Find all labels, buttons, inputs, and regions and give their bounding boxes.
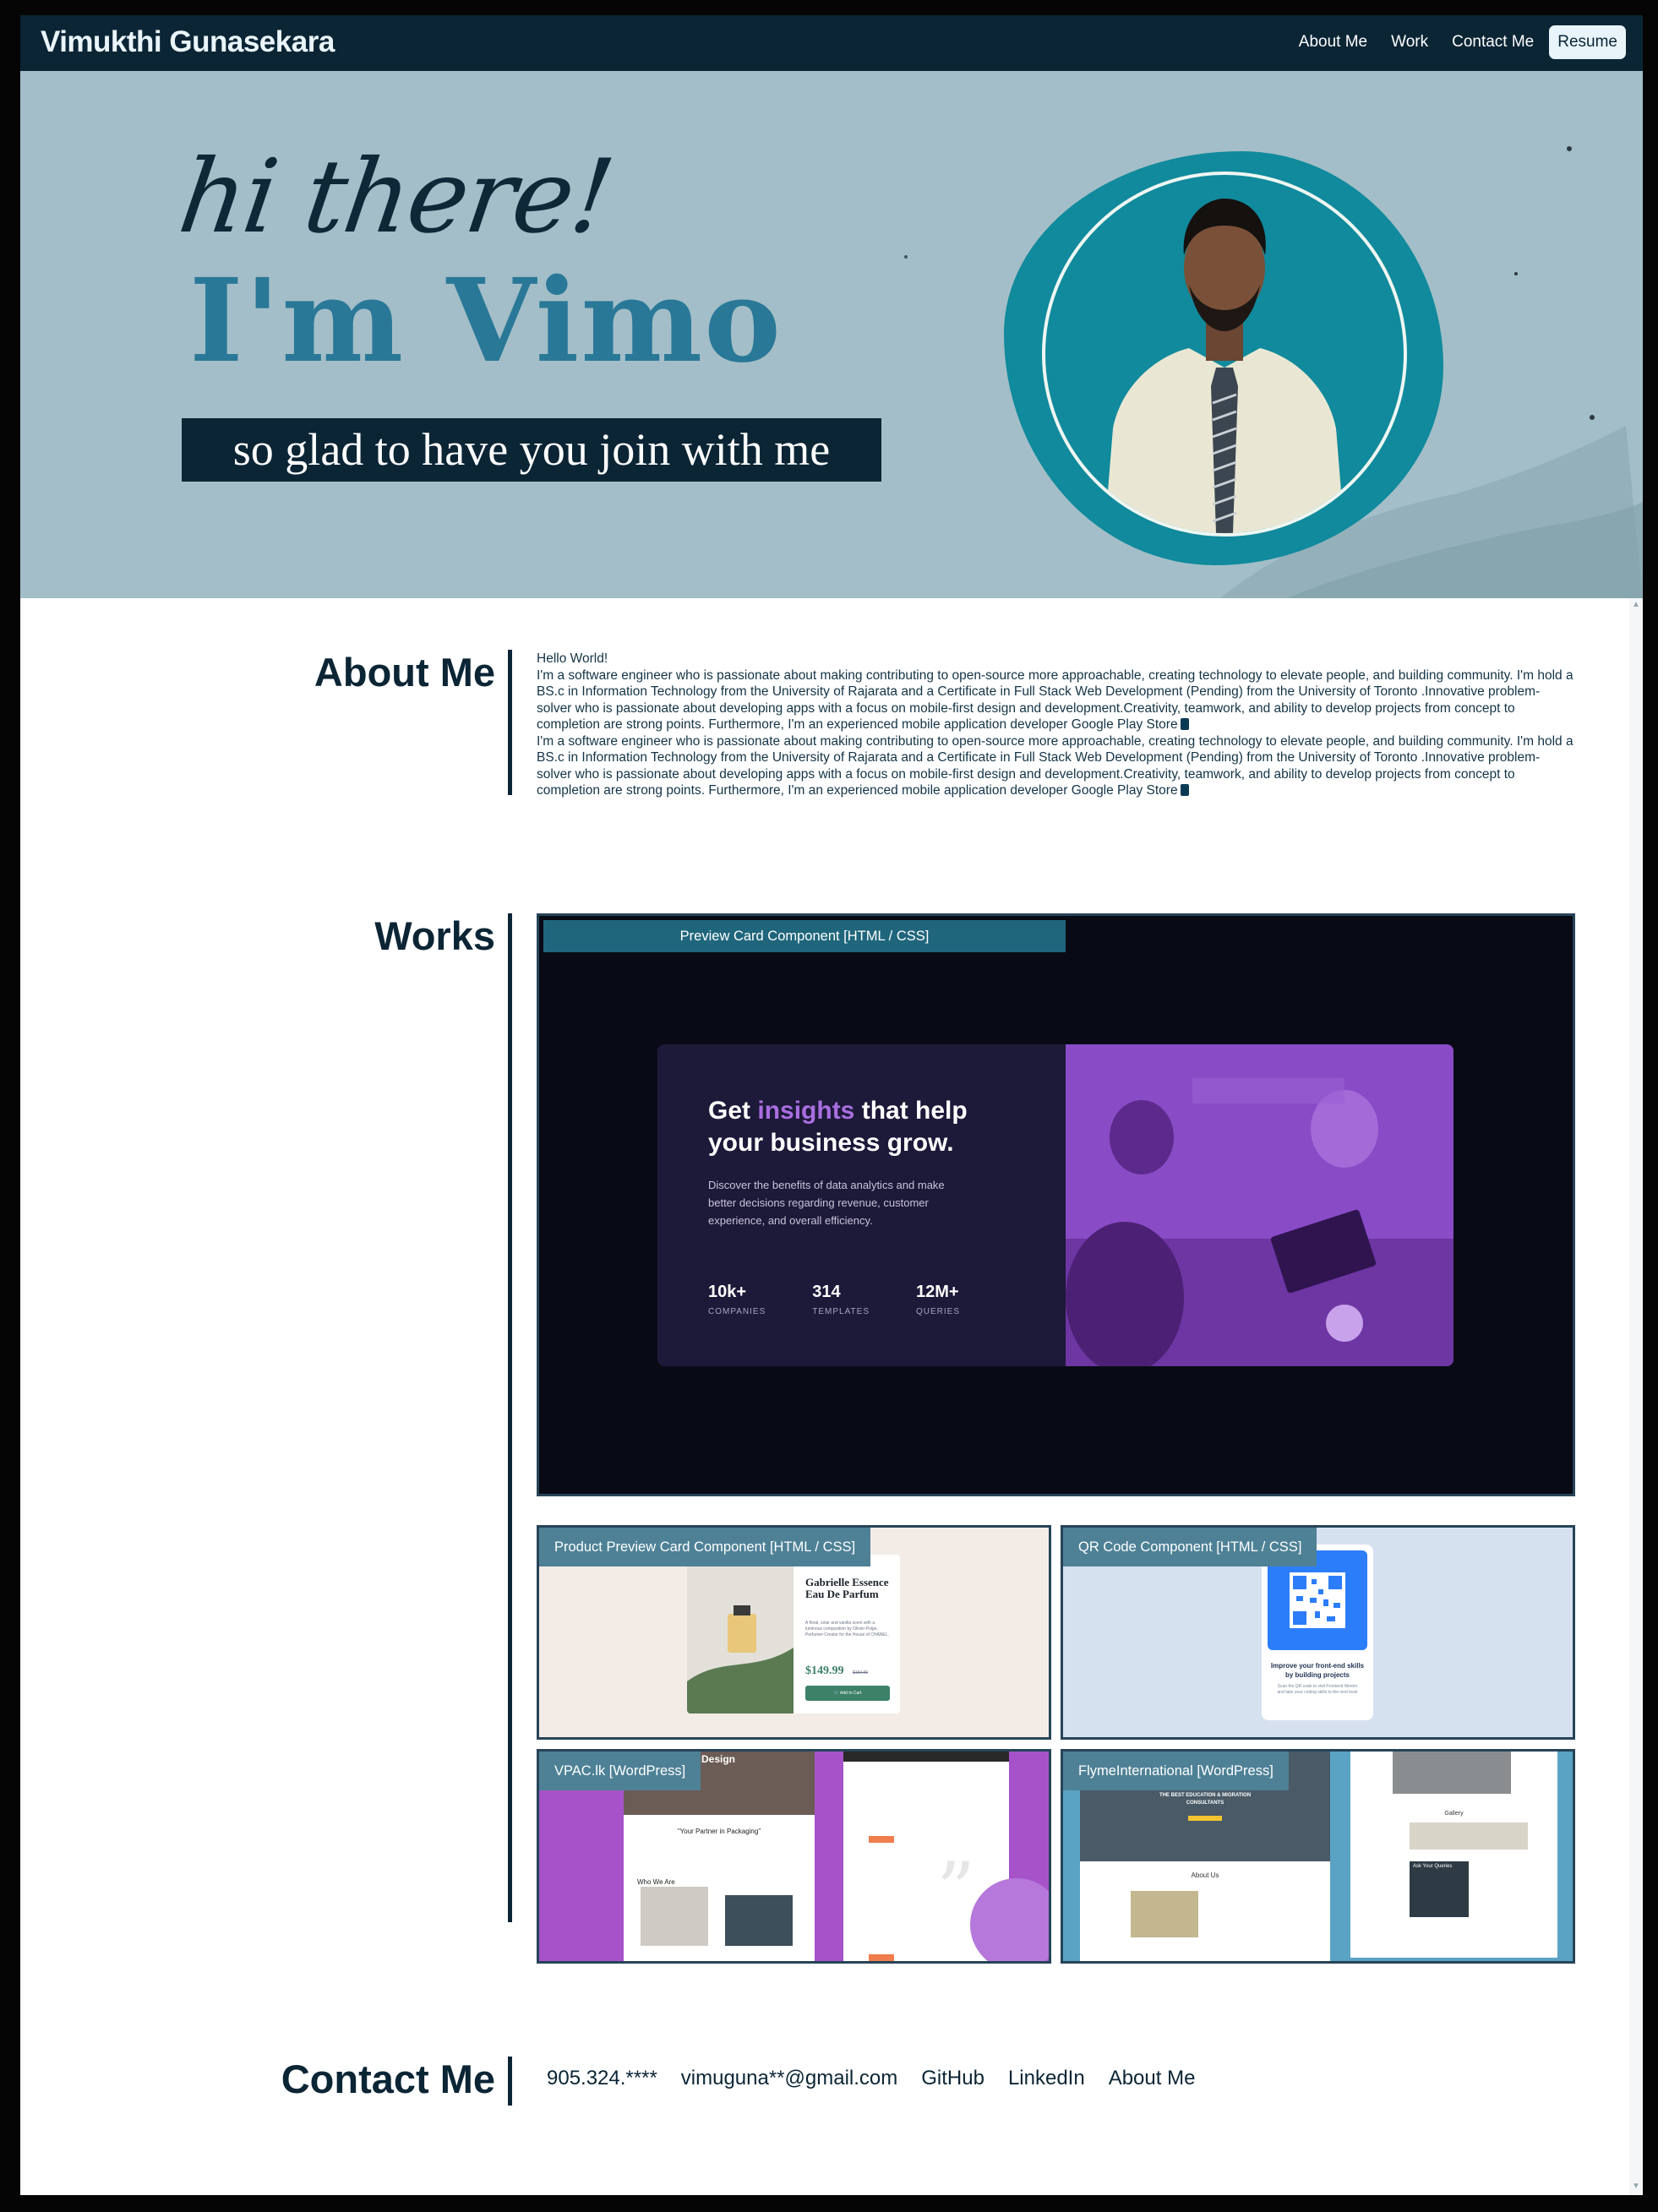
resume-button[interactable]: Resume: [1549, 25, 1626, 59]
hero-banner: hi there! I'm Vimo so glad to have you j…: [20, 71, 1643, 598]
flyme-page-right: Gallery Ask Your Queries: [1350, 1752, 1557, 1958]
work-card-flyme[interactable]: FlymeInternational [WordPress] THE BEST …: [1061, 1749, 1575, 1964]
product-price-old: $169.99: [852, 1670, 869, 1675]
flyme-hero-text: THE BEST EDUCATION & MIGRATION CONSULTAN…: [1159, 1793, 1252, 1806]
about-paragraph-text: I'm a software engineer who is passionat…: [537, 667, 1573, 733]
vpac-photo: [725, 1895, 793, 1946]
about-paragraph: I'm a software engineer who is passionat…: [537, 667, 1574, 733]
flyme-gallery-row: [1410, 1822, 1528, 1850]
add-to-cart-label: Add to Cart: [840, 1691, 862, 1696]
product-price-current: $149.99: [805, 1664, 844, 1677]
work-card-label: VPAC.lk [WordPress]: [539, 1752, 701, 1790]
stat-value: 12M+: [916, 1283, 959, 1301]
about-paragraph-text: I'm a software engineer who is passionat…: [537, 733, 1573, 798]
vpac-quote: "Your Partner in Packaging": [677, 1828, 761, 1835]
stat-item: 12M+ QUERIES: [916, 1283, 960, 1316]
site-brand[interactable]: Vimukthi Gunasekara: [41, 25, 335, 59]
work-card-vpac[interactable]: VPAC.lk [WordPress] Design "Your Partner…: [537, 1749, 1051, 1964]
hero-tagline: so glad to have you join with me: [182, 418, 881, 482]
stat-label: COMPANIES: [708, 1307, 766, 1316]
vpac-section-title: Who We Are: [637, 1878, 675, 1886]
about-title: About Me: [314, 650, 495, 695]
product-image: [687, 1555, 794, 1713]
stat-value: 10k+: [708, 1283, 747, 1301]
flyme-map: [1131, 1891, 1198, 1937]
works-title: Works: [374, 913, 495, 958]
vpac-orange-button: [869, 1954, 894, 1961]
contact-links: 905.324.**** vimuguna**@gmail.com GitHub…: [547, 2067, 1219, 2090]
nav-links: About Me Work Contact Me Resume: [1275, 25, 1626, 59]
hero-greeting: hi there!: [172, 139, 619, 256]
work-card-label: QR Code Component [HTML / CSS]: [1063, 1528, 1317, 1566]
stat-value: 314: [812, 1283, 841, 1301]
contact-title: Contact Me: [281, 2057, 495, 2101]
page: Vimukthi Gunasekara About Me Work Contac…: [20, 15, 1643, 2195]
qr-card: Improve your front-end skills by buildin…: [1262, 1545, 1373, 1720]
work-card-product-preview[interactable]: Product Preview Card Component [HTML / C…: [537, 1525, 1051, 1740]
google-play-icon[interactable]: [1180, 718, 1189, 730]
work-card-qr-code[interactable]: QR Code Component [HTML / CSS] Improve y…: [1061, 1525, 1575, 1740]
cart-icon: 🛒: [833, 1691, 839, 1696]
flyme-cta-button: [1188, 1816, 1222, 1821]
product-price: $149.99 $169.99: [805, 1663, 868, 1678]
product-desc: A floral, solar and vanilla scent with a…: [805, 1621, 889, 1637]
page-scrollbar[interactable]: ▲ ▼: [1629, 598, 1643, 2195]
quote-icon: ”: [936, 1846, 976, 1935]
product-card: Gabrielle Essence Eau De Parfum A floral…: [687, 1555, 900, 1713]
flyme-about-title: About Us: [1191, 1871, 1219, 1879]
stat-item: 314 TEMPLATES: [812, 1283, 870, 1316]
scroll-down-icon[interactable]: ▼: [1629, 2180, 1643, 2193]
preview-card-heading: Get insights that help your business gro…: [708, 1095, 1029, 1159]
vpac-orange-button: [869, 1836, 894, 1843]
flyme-gallery-title: Gallery: [1444, 1811, 1464, 1817]
scroll-up-icon[interactable]: ▲: [1629, 598, 1643, 612]
qr-card-title: Improve your front-end skills by buildin…: [1270, 1662, 1365, 1679]
preview-card-stats: 10k+ COMPANIES 314 TEMPLATES 12M+ QUERIE…: [708, 1283, 960, 1316]
work-card-label: FlymeInternational [WordPress]: [1063, 1752, 1289, 1790]
nav-link-about[interactable]: About Me: [1299, 33, 1367, 52]
heading-part: Get: [708, 1097, 758, 1125]
stat-label: QUERIES: [916, 1307, 961, 1316]
work-card-label: Product Preview Card Component [HTML / C…: [539, 1528, 871, 1566]
preview-card-body: Discover the benefits of data analytics …: [708, 1179, 945, 1227]
preview-card-image: [1066, 1044, 1453, 1366]
contact-phone[interactable]: 905.324.****: [547, 2067, 657, 2090]
vpac-banner-text: Design: [701, 1753, 736, 1765]
contact-linkedin[interactable]: LinkedIn: [1008, 2067, 1085, 2090]
contact-divider: [508, 2057, 512, 2106]
flyme-query-title: Ask Your Queries: [1413, 1864, 1453, 1869]
top-navbar: Vimukthi Gunasekara About Me Work Contac…: [20, 15, 1643, 71]
preview-card: Get insights that help your business gro…: [657, 1044, 1453, 1366]
google-play-icon[interactable]: [1180, 784, 1189, 796]
heading-highlight: insights: [757, 1097, 855, 1125]
contact-about-me[interactable]: About Me: [1109, 2067, 1196, 2090]
work-card-preview-card[interactable]: Preview Card Component [HTML / CSS] Get …: [537, 913, 1575, 1496]
vpac-topbar: [843, 1752, 1009, 1762]
about-divider: [508, 650, 512, 795]
works-divider: [508, 913, 512, 1922]
vpac-photo: [641, 1887, 708, 1946]
product-name: Gabrielle Essence Eau De Parfum: [805, 1576, 889, 1600]
profile-photo: [1042, 172, 1407, 537]
contact-github[interactable]: GitHub: [921, 2067, 984, 2090]
flyme-gallery-strip: [1393, 1752, 1511, 1794]
add-to-cart-button[interactable]: 🛒 Add to Cart: [805, 1686, 890, 1701]
hero-name: I'm Vimo: [189, 253, 783, 389]
flyme-query-form: Ask Your Queries: [1410, 1861, 1469, 1917]
stat-label: TEMPLATES: [812, 1307, 870, 1316]
work-card-label: Preview Card Component [HTML / CSS]: [543, 920, 1066, 952]
about-paragraph: I'm a software engineer who is passionat…: [537, 733, 1574, 799]
nav-link-work[interactable]: Work: [1391, 33, 1428, 52]
stat-item: 10k+ COMPANIES: [708, 1283, 766, 1316]
contact-email[interactable]: vimuguna**@gmail.com: [681, 2067, 897, 2090]
about-greeting: Hello World!: [537, 651, 608, 666]
qr-card-desc: Scan the QR code to visit Frontend Mento…: [1277, 1684, 1358, 1695]
about-text: Hello World! I'm a software engineer who…: [537, 651, 1574, 799]
nav-link-contact[interactable]: Contact Me: [1452, 33, 1534, 52]
